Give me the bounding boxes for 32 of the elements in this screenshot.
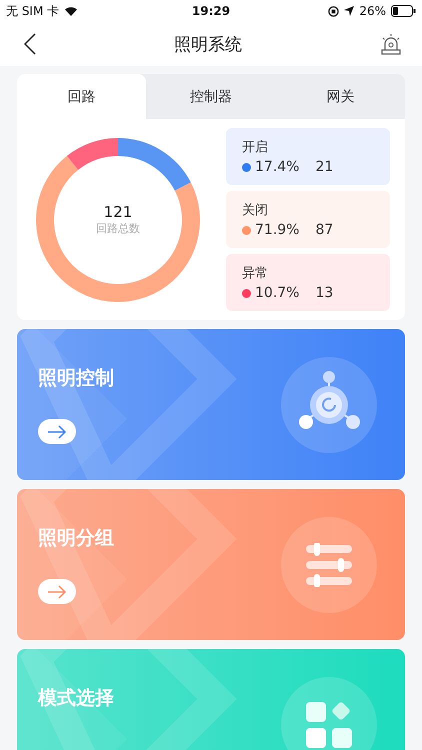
total-count: 121 <box>104 203 132 221</box>
arrow-right-icon <box>47 424 67 438</box>
legend-label: 开启 <box>242 139 269 156</box>
status-time: 19:29 <box>192 4 230 18</box>
battery-icon <box>390 5 416 17</box>
page-title: 照明系统 <box>174 34 242 56</box>
legend-percent: 71.9% <box>255 222 300 238</box>
card-title: 照明控制 <box>38 366 114 391</box>
alarm-light-icon[interactable] <box>380 33 402 55</box>
sliders-icon <box>304 542 354 586</box>
total-label: 回路总数 <box>96 221 140 236</box>
grid-icon <box>304 700 354 750</box>
rotation-lock-icon <box>328 6 340 16</box>
wifi-icon <box>64 6 78 16</box>
back-icon[interactable] <box>24 33 36 55</box>
card-title: 照明分组 <box>38 526 114 551</box>
legend-label: 关闭 <box>242 202 269 219</box>
tab[interactable]: 网关 <box>276 74 405 119</box>
legend-label: 异常 <box>242 265 269 282</box>
legend-percent: 10.7% <box>255 285 300 301</box>
legend-count: 87 <box>315 222 334 238</box>
legend-count: 21 <box>315 159 334 175</box>
location-icon <box>344 6 354 16</box>
card-title: 模式选择 <box>38 686 114 711</box>
tab[interactable]: 控制器 <box>146 74 276 119</box>
legend-count: 13 <box>315 285 334 301</box>
legend-percent: 17.4% <box>255 159 300 175</box>
battery-percent: 26% <box>359 4 386 18</box>
tab[interactable]: 回路 <box>17 74 146 119</box>
arrow-button[interactable] <box>38 419 76 444</box>
arrow-right-icon <box>47 584 67 598</box>
carrier-label: 无 SIM 卡 <box>6 2 60 20</box>
